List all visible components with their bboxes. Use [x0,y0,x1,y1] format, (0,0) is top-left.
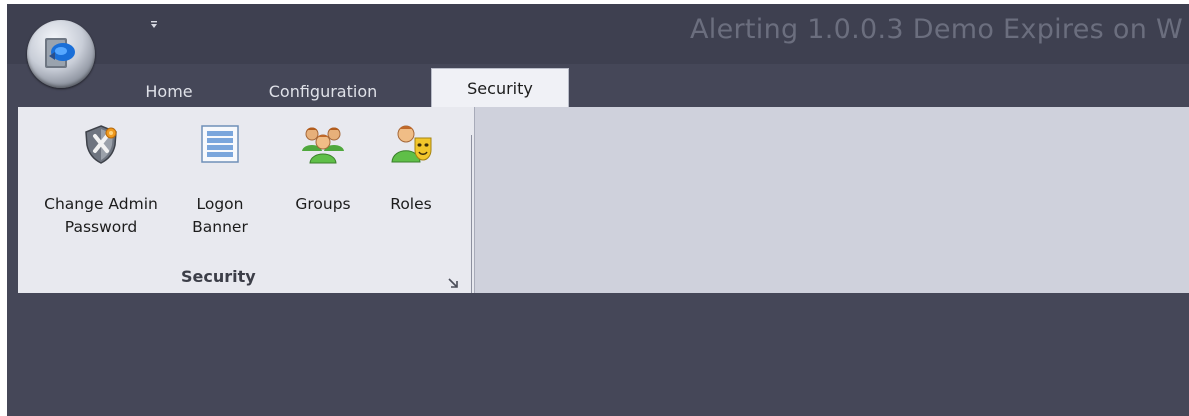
groups-button[interactable]: Groups [288,121,358,216]
roles-button[interactable]: Roles [380,121,442,216]
logon-banner-button[interactable]: Logon Banner [184,121,256,239]
ribbon-panel: Change Admin Password Logon Banner Group… [18,107,1189,293]
quick-access-dropdown-icon [151,21,157,28]
change-admin-password-label: Change Admin Password [44,195,158,236]
ribbon-tab-strip: Home Configuration Security [7,68,1189,109]
groups-label: Groups [295,195,351,213]
ribbon-group-title: Security [181,267,256,286]
users-group-icon [302,127,344,164]
ribbon-group-separator [471,135,472,293]
app-window: Alerting 1.0.0.3 Demo Expires on W Home … [7,4,1189,416]
title-bar: Alerting 1.0.0.3 Demo Expires on W [7,4,1189,64]
shield-key-icon [85,125,117,164]
banner-icon [201,125,239,163]
tab-home[interactable]: Home [131,76,207,108]
ribbon-group-security: Change Admin Password Logon Banner Group… [18,107,475,293]
tab-security[interactable]: Security [431,68,569,109]
window-title: Alerting 1.0.0.3 Demo Expires on W [690,14,1184,45]
roles-label: Roles [390,195,432,213]
dialog-launcher-icon [448,278,458,288]
tab-configuration[interactable]: Configuration [249,76,397,108]
user-role-mask-icon [391,125,432,163]
application-menu-button[interactable] [27,20,95,88]
quick-access-toolbar-button[interactable] [147,20,161,34]
logon-banner-label: Logon Banner [192,195,248,236]
change-admin-password-button[interactable]: Change Admin Password [28,121,174,239]
app-logo-icon [45,38,75,68]
dialog-launcher-button[interactable] [446,275,462,291]
